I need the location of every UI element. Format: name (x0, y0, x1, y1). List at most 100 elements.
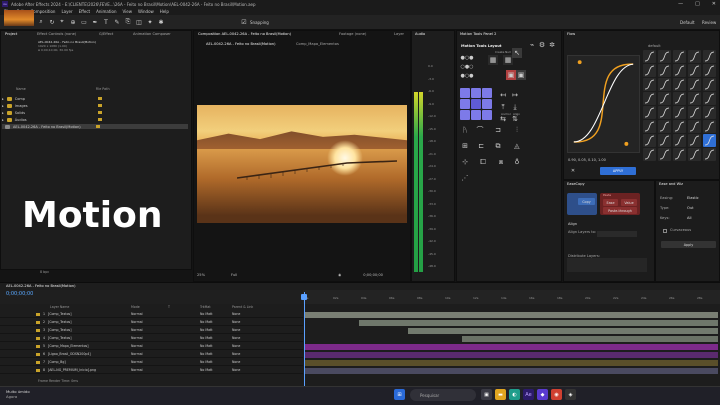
layer-trkmat[interactable]: No Matt (200, 328, 213, 332)
align-arrow-icon[interactable]: ↤ (498, 90, 508, 100)
split-icon[interactable]: ⫶ (512, 125, 522, 135)
layer-name[interactable]: [AEL-NG_PREMIUM_Inicio].png (48, 368, 100, 372)
table-row[interactable]: 3 [Comp_Textos] Normal No Matt None (0, 328, 303, 334)
flow-preset-thumbnail[interactable] (703, 78, 716, 91)
ease-apply-button[interactable]: Apply (661, 241, 716, 248)
flow-preset-thumbnail[interactable] (673, 106, 686, 119)
windows-start-icon[interactable]: ⊞ (394, 389, 405, 400)
task-view-icon[interactable]: ▣ (481, 389, 492, 400)
flow-preset-thumbnail[interactable] (673, 134, 686, 147)
tab-ease-and-wiz[interactable]: Ease and Wiz (659, 181, 683, 188)
null-red-icon[interactable]: ▣ (506, 70, 516, 80)
clone-icon[interactable]: ⧉ (493, 141, 503, 151)
layer-parent[interactable]: None (232, 344, 240, 348)
easing-dropdown[interactable]: Elastic (687, 195, 699, 202)
menu-effect[interactable]: Effect (79, 9, 91, 14)
tab-motion-tools[interactable]: Motion Tools Panel 2 (460, 31, 496, 38)
null-dark-icon[interactable]: ▣ (516, 70, 526, 80)
pen-tool-icon[interactable]: ✒ (91, 18, 99, 26)
layer-parent[interactable]: None (232, 352, 240, 356)
table-row[interactable]: 1 [Comp_Textos] Normal No Matt None (0, 312, 303, 318)
column-t[interactable]: T (168, 305, 170, 309)
column-layer-name[interactable]: Layer Name (50, 305, 69, 309)
layer-name[interactable]: [Ligao_Brasil_ODSN200p4] (48, 352, 100, 356)
list-item[interactable]: ▸ Images (2, 103, 188, 108)
flow-values[interactable]: 0.90, 0.05, 0.10, 1.00 (568, 158, 606, 162)
layer-trkmat[interactable]: No Matt (200, 320, 213, 324)
flow-preset-thumbnail[interactable] (658, 134, 671, 147)
layer-mode[interactable]: Normal (131, 360, 143, 364)
flow-preset-thumbnail[interactable] (703, 148, 716, 161)
menu-layer[interactable]: Layer (61, 9, 72, 14)
zoom-dropdown[interactable]: 25% (197, 273, 205, 277)
menu-animation[interactable]: Animation (96, 9, 116, 14)
flow-preset-thumbnail[interactable] (688, 50, 701, 63)
flow-preset-thumbnail[interactable] (658, 92, 671, 105)
chrome-icon[interactable]: ◉ (551, 389, 562, 400)
list-item[interactable]: ▸ Comp (2, 96, 188, 101)
layer-name[interactable]: [Comp_Textos] (48, 312, 100, 316)
list-item[interactable]: ▸ Solids (2, 110, 188, 115)
workspace-review[interactable]: Review (702, 20, 716, 25)
flow-preset-thumbnail[interactable] (673, 120, 686, 133)
table-row[interactable]: 5 [Comp_Mapa_Elementos] Normal No Matt None (0, 344, 303, 350)
roto-tool-icon[interactable]: ✦ (146, 18, 154, 26)
layer-mode[interactable]: Normal (131, 328, 143, 332)
type-dropdown[interactable]: Out (687, 205, 694, 212)
minimize-button[interactable]: — (678, 1, 683, 7)
flow-preset-thumbnail[interactable] (673, 92, 686, 105)
layer-bar[interactable] (305, 368, 718, 374)
layer-trkmat[interactable]: No Matt (200, 312, 213, 316)
maximize-button[interactable]: □ (695, 1, 700, 7)
layer-bar[interactable] (305, 344, 718, 350)
layer-parent[interactable]: None (232, 328, 240, 332)
table-row[interactable]: 2 [Comp_Textos] Normal No Matt None (0, 320, 303, 326)
clone-tool-icon[interactable]: ⎘ (124, 18, 132, 26)
layer-trkmat[interactable]: No Matt (200, 336, 213, 340)
layer-parent[interactable]: None (232, 336, 240, 340)
viewer-timecode[interactable]: 0;00;00;00 (363, 273, 383, 277)
flow-preset-thumbnail[interactable] (703, 50, 716, 63)
layer-parent[interactable]: None (232, 368, 240, 372)
app-icon[interactable]: ◈ (565, 389, 576, 400)
table-row[interactable]: 7 [Comp_Bg] Normal No Matt None (0, 360, 303, 366)
subtab-main-comp[interactable]: AEL-0042-26A - Feito no Brasil(Motion) (206, 41, 275, 48)
flow-preset-thumbnail[interactable] (643, 106, 656, 119)
table-row[interactable]: 4 [Comp_Textos] Normal No Matt None (0, 336, 303, 342)
composition-viewer[interactable] (197, 105, 407, 223)
flow-preset-thumbnail[interactable] (643, 120, 656, 133)
menu-composition[interactable]: Composition (30, 9, 55, 14)
layer-parent[interactable]: None (232, 360, 240, 364)
weather-widget[interactable]: Muito úmido Agora (6, 389, 30, 399)
paste-through-button[interactable]: Paste-through (603, 207, 637, 214)
tab-effect-controls[interactable]: Effect Controls (none) (37, 31, 76, 38)
layer-trkmat[interactable]: No Matt (200, 352, 213, 356)
align-pad[interactable] (460, 88, 470, 98)
camera-tool-icon[interactable]: ⌖ (58, 18, 66, 26)
layer-bar[interactable] (408, 328, 718, 334)
timeline-timecode[interactable]: 0;00;00;00 (6, 291, 33, 297)
file-explorer-icon[interactable]: ▬ (495, 389, 506, 400)
flow-preset-thumbnail[interactable] (688, 120, 701, 133)
layer-bar[interactable] (305, 312, 718, 318)
app-icon[interactable]: ◆ (537, 389, 548, 400)
bounce-icon[interactable]: ⌒ (475, 125, 485, 135)
layer-mode[interactable]: Normal (131, 352, 143, 356)
flow-preset-thumbnail[interactable] (688, 106, 701, 119)
keys-dropdown[interactable]: All (687, 215, 691, 222)
tab-project[interactable]: Project (5, 31, 17, 38)
pan-behind-tool-icon[interactable]: ⊕ (69, 18, 77, 26)
after-effects-taskbar-icon[interactable]: Ae (523, 389, 534, 400)
layer-mode[interactable]: Normal (131, 368, 143, 372)
layer-name[interactable]: [Comp_Textos] (48, 336, 100, 340)
tab-composition[interactable]: Composition AEL-0042-26A - Feito no Bras… (198, 31, 291, 38)
layer-trkmat[interactable]: No Matt (200, 368, 213, 372)
list-item[interactable]: ▸ Áudios (2, 117, 188, 122)
playhead-handle[interactable] (301, 294, 307, 300)
layer-parent[interactable]: None (232, 312, 240, 316)
flow-preset-thumbnail[interactable] (643, 92, 656, 105)
flow-preset-thumbnail[interactable] (688, 78, 701, 91)
zoom-tool-icon[interactable]: ⌕ (37, 18, 45, 26)
rectangle-tool-icon[interactable]: ▭ (80, 18, 88, 26)
align-pad[interactable] (471, 110, 481, 120)
